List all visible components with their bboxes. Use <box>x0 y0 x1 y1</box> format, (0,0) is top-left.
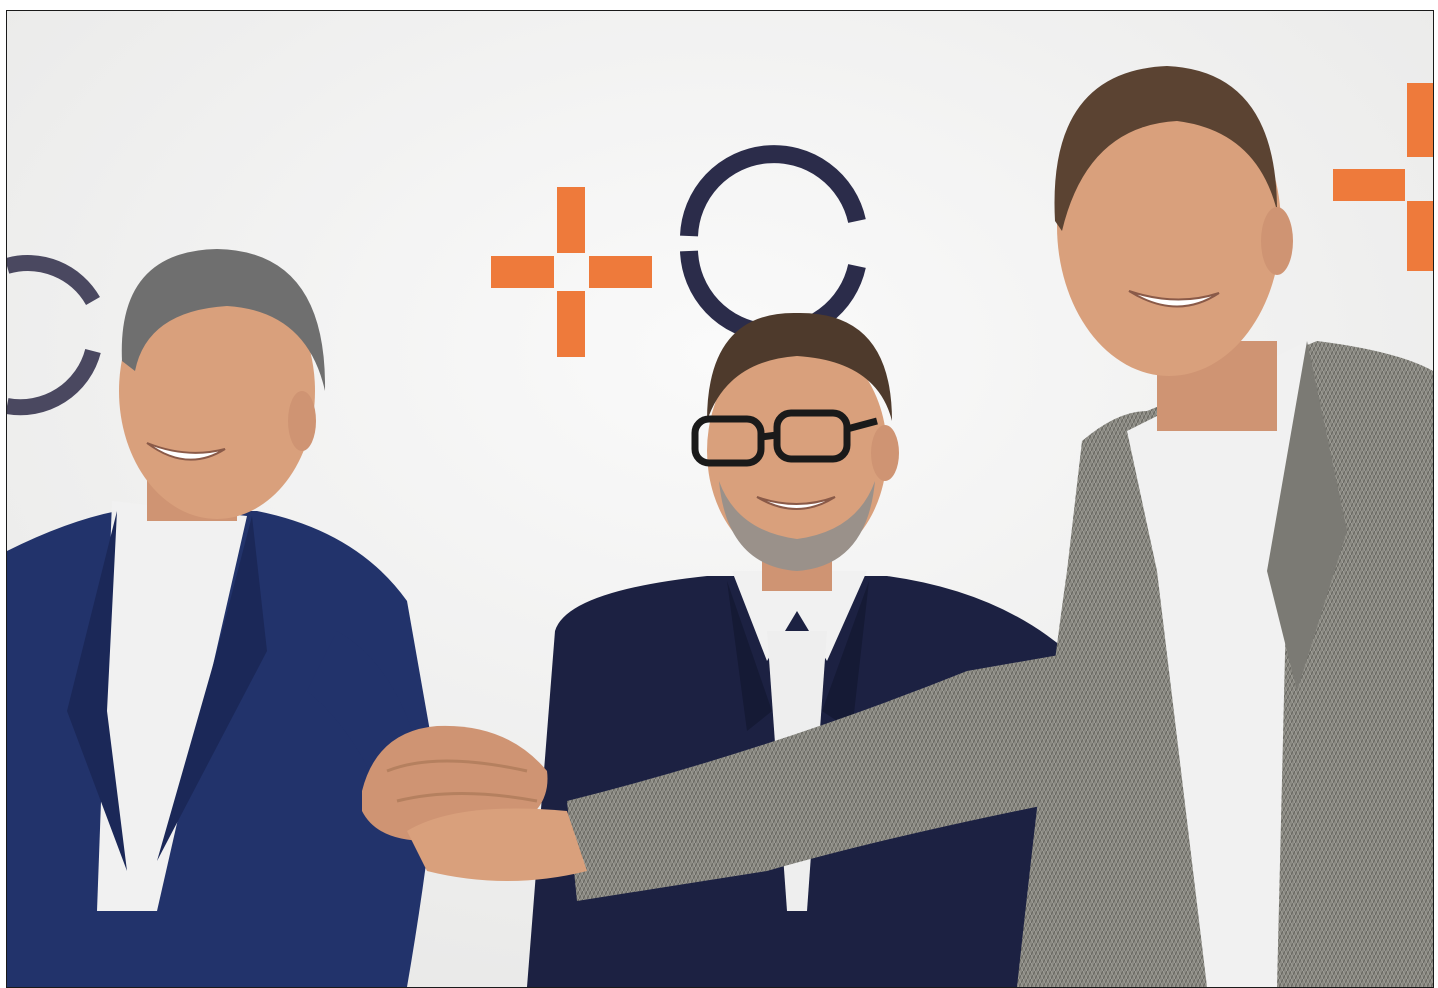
press-photo <box>7 11 1433 987</box>
photo-frame <box>6 10 1434 988</box>
